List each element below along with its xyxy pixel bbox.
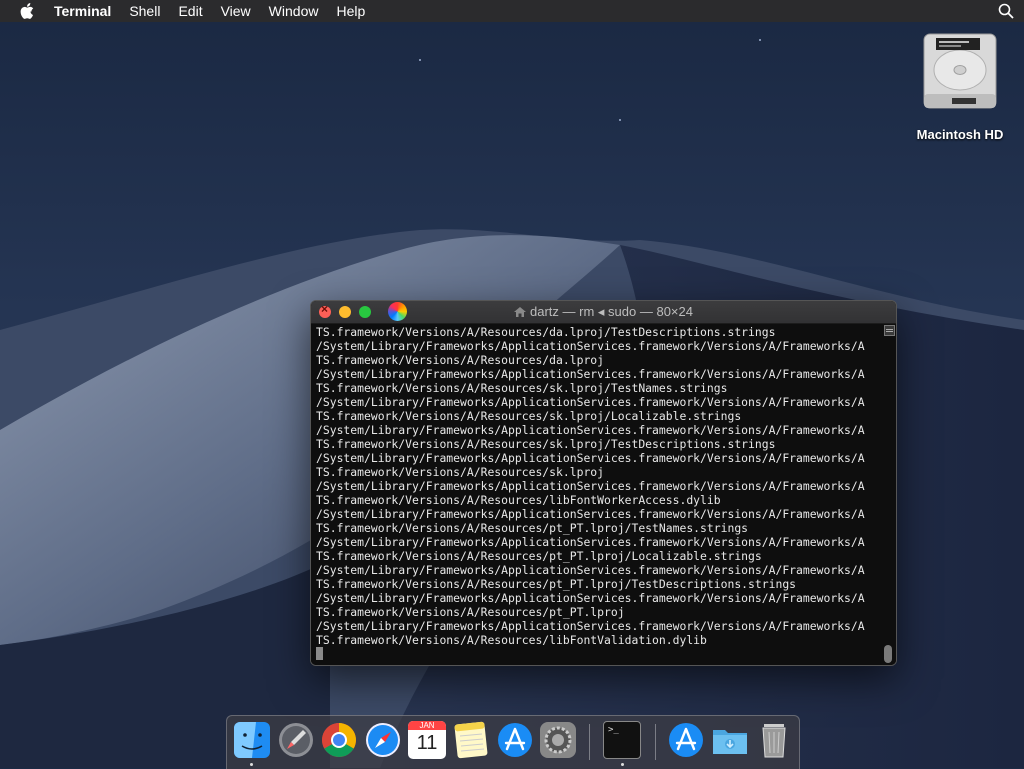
dock-separator xyxy=(589,724,590,760)
menu-shell[interactable]: Shell xyxy=(129,3,160,19)
terminal-line: TS.framework/Versions/A/Resources/sk.lpr… xyxy=(316,465,605,479)
terminal-line: TS.framework/Versions/A/Resources/libFon… xyxy=(316,633,707,647)
terminal-line: /System/Library/Frameworks/ApplicationSe… xyxy=(316,395,865,409)
scroll-thumb[interactable] xyxy=(884,645,892,663)
terminal-line: TS.framework/Versions/A/Resources/da.lpr… xyxy=(316,353,605,367)
terminal-line: /System/Library/Frameworks/ApplicationSe… xyxy=(316,451,865,465)
terminal-line: /System/Library/Frameworks/ApplicationSe… xyxy=(316,423,865,437)
terminal-line: TS.framework/Versions/A/Resources/pt_PT.… xyxy=(316,521,749,535)
terminal-line: /System/Library/Frameworks/ApplicationSe… xyxy=(316,591,865,605)
scroll-marker-icon[interactable] xyxy=(884,325,895,336)
downloads-folder-icon[interactable] xyxy=(711,721,749,759)
menu-edit[interactable]: Edit xyxy=(178,3,202,19)
terminal-line: TS.framework/Versions/A/Resources/sk.lpr… xyxy=(316,381,728,395)
terminal-line: TS.framework/Versions/A/Resources/pt_PT.… xyxy=(316,549,762,563)
apple-menu-icon[interactable] xyxy=(20,3,38,19)
menu-view[interactable]: View xyxy=(221,3,251,19)
terminal-output[interactable]: TS.framework/Versions/A/Resources/da.lpr… xyxy=(311,324,896,665)
system-preferences-icon[interactable] xyxy=(539,721,577,759)
terminal-running-indicator xyxy=(621,763,624,766)
terminal-line: /System/Library/Frameworks/ApplicationSe… xyxy=(316,535,865,549)
menu-app-terminal[interactable]: Terminal xyxy=(54,3,111,19)
terminal-window[interactable]: dartz — rm ◂ sudo — 80×24 TS.framework/V… xyxy=(310,300,897,666)
terminal-line: /System/Library/Frameworks/ApplicationSe… xyxy=(316,619,865,633)
dock-separator xyxy=(655,724,656,760)
safari-icon[interactable] xyxy=(364,721,402,759)
home-folder-icon xyxy=(514,307,527,317)
calendar-day: 11 xyxy=(416,732,438,754)
terminal-line: /System/Library/Frameworks/ApplicationSe… xyxy=(316,339,865,353)
terminal-icon[interactable]: >_ xyxy=(603,721,641,759)
terminal-line: /System/Library/Frameworks/ApplicationSe… xyxy=(316,507,865,521)
terminal-line: TS.framework/Versions/A/Resources/pt_PT.… xyxy=(316,605,625,619)
menu-window[interactable]: Window xyxy=(269,3,319,19)
text-cursor xyxy=(316,647,323,660)
terminal-line: /System/Library/Frameworks/ApplicationSe… xyxy=(316,563,865,577)
launchpad-icon[interactable] xyxy=(277,721,315,759)
terminal-line: TS.framework/Versions/A/Resources/da.lpr… xyxy=(316,325,776,339)
hard-drive-icon xyxy=(923,33,997,109)
trash-icon[interactable] xyxy=(755,721,793,759)
window-title: dartz — rm ◂ sudo — 80×24 xyxy=(311,304,896,320)
terminal-line: /System/Library/Frameworks/ApplicationSe… xyxy=(316,367,865,381)
chrome-icon[interactable] xyxy=(320,721,358,759)
terminal-prompt-line xyxy=(316,647,882,661)
menu-help[interactable]: Help xyxy=(336,3,365,19)
finder-running-indicator xyxy=(250,763,253,766)
terminal-line: TS.framework/Versions/A/Resources/pt_PT.… xyxy=(316,577,797,591)
terminal-line: TS.framework/Versions/A/Resources/sk.lpr… xyxy=(316,437,776,451)
notes-icon[interactable] xyxy=(452,721,490,759)
calendar-icon[interactable]: JAN 11 xyxy=(408,721,446,759)
window-title-text: dartz — rm ◂ sudo — 80×24 xyxy=(530,304,693,319)
terminal-titlebar[interactable]: dartz — rm ◂ sudo — 80×24 xyxy=(311,301,896,324)
terminal-line: TS.framework/Versions/A/Resources/libFon… xyxy=(316,493,721,507)
menu-bar: Terminal Shell Edit View Window Help xyxy=(0,0,1024,22)
dock: JAN 11 >_ xyxy=(226,715,800,769)
terminal-scrollbar[interactable] xyxy=(883,325,895,663)
terminal-line: /System/Library/Frameworks/ApplicationSe… xyxy=(316,479,865,493)
app-store-icon[interactable] xyxy=(667,721,705,759)
desktop-drive-macintosh-hd[interactable]: Macintosh HD xyxy=(908,32,1012,142)
terminal-icon-glyph: >_ xyxy=(608,725,619,735)
terminal-line: TS.framework/Versions/A/Resources/sk.lpr… xyxy=(316,409,742,423)
drive-label: Macintosh HD xyxy=(916,127,1004,142)
app-store-icon[interactable] xyxy=(496,721,534,759)
spotlight-search-icon[interactable] xyxy=(998,3,1014,19)
terminal-text: TS.framework/Versions/A/Resources/da.lpr… xyxy=(316,325,882,661)
finder-icon[interactable] xyxy=(233,721,271,759)
calendar-month: JAN xyxy=(408,721,446,730)
